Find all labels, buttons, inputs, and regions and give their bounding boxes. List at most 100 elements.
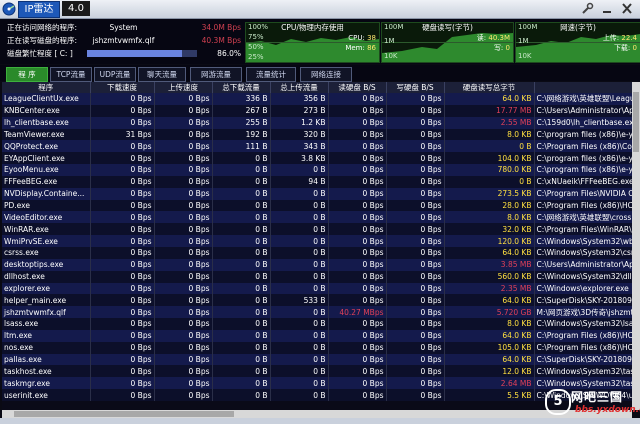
- cell-total-download: 0 B: [212, 246, 271, 259]
- vertical-scrollbar[interactable]: [632, 82, 640, 410]
- horizontal-scroll-thumb[interactable]: [14, 411, 234, 417]
- cell-upload-speed: 0 Bps: [154, 199, 213, 212]
- table-row[interactable]: userinit.exe 0 Bps 0 Bps 0 B0 B0 Bps 0 Bps 5.…: [2, 389, 632, 401]
- horizontal-scrollbar[interactable]: [2, 410, 632, 418]
- cell-disk-read: 40.27 MBps: [328, 306, 387, 319]
- table-row[interactable]: NVDisplay.Containe... 0 Bps 0 Bps 0 B0 B0 B…: [2, 187, 632, 200]
- table-row[interactable]: nos.exe 0 Bps 0 Bps 0 B0 B0 Bps 0 Bps 105.0 K…: [2, 341, 632, 354]
- table-header-row: 程序 下载速度 上传速度 总下载流量 总上传流量 读硬盘 B/S 写硬盘 B/S…: [2, 82, 632, 93]
- cell-disk-read: 0 Bps: [328, 116, 387, 129]
- wrench-settings-icon[interactable]: [580, 2, 594, 15]
- cell-total-download: 0 B: [212, 353, 271, 366]
- cell-disk-total-bytes: 12.0 KB: [444, 365, 535, 378]
- table-row[interactable]: lh_clientbase.exe 0 Bps 0 Bps 255 B 1.2 KB 0 …: [2, 116, 632, 129]
- col-header-upload-speed[interactable]: 上传速度: [154, 82, 213, 93]
- table-row[interactable]: desktoptips.exe 0 Bps 0 Bps 0 B0 B0 Bps 0 Bp…: [2, 258, 632, 271]
- cell-download-speed: 0 Bps: [90, 329, 155, 342]
- tab-chat-traffic[interactable]: 聊天流量: [138, 67, 186, 82]
- watermark-logo-icon: 5: [545, 389, 571, 415]
- cpu-tick-50: 50%: [248, 43, 264, 51]
- table-row[interactable]: QQProtect.exe 0 Bps 0 Bps 111 B 343 B0 Bps 0 …: [2, 140, 632, 153]
- cell-download-speed: 0 Bps: [90, 223, 155, 236]
- cell-disk-read: 0 Bps: [328, 140, 387, 153]
- watermark-name: 网吧三国: [571, 390, 624, 404]
- cell-total-download: 255 B: [212, 116, 271, 129]
- tab-tcp-traffic[interactable]: TCP流量: [50, 67, 92, 82]
- cell-disk-write: 0 Bps: [386, 329, 445, 342]
- minimize-button[interactable]: [600, 2, 614, 15]
- cell-download-speed: 0 Bps: [90, 294, 155, 307]
- cell-upload-speed: 0 Bps: [154, 187, 213, 200]
- col-header-program[interactable]: 程序: [2, 82, 91, 93]
- cell-program-path: C:\Windows\System32\dllho: [534, 270, 632, 283]
- cell-upload-speed: 0 Bps: [154, 377, 213, 390]
- table-row[interactable]: KNBCenter.exe 0 Bps 0 Bps 267 B 273 B0 Bps 0 …: [2, 104, 632, 117]
- cell-disk-write: 0 Bps: [386, 152, 445, 165]
- table-row[interactable]: dllhost.exe 0 Bps 0 Bps 0 B0 B0 Bps 0 Bps 560…: [2, 270, 632, 283]
- table-row[interactable]: PD.exe 0 Bps 0 Bps 0 B0 B0 Bps 0 Bps 28.0 KB C…: [2, 199, 632, 212]
- cell-program-name: TeamViewer.exe: [2, 128, 91, 141]
- network-program-rate: 34.0M Bps: [201, 23, 241, 32]
- cell-disk-write: 0 Bps: [386, 235, 445, 247]
- cell-disk-write: 0 Bps: [386, 258, 445, 271]
- tab-udp-traffic[interactable]: UDP流量: [94, 67, 136, 82]
- cell-disk-read: 0 Bps: [328, 282, 387, 295]
- col-header-total-download[interactable]: 总下载流量: [212, 82, 271, 93]
- cell-disk-write: 0 Bps: [386, 93, 445, 105]
- cell-program-name: helper_main.exe: [2, 294, 91, 307]
- table-row[interactable]: explorer.exe 0 Bps 0 Bps 0 B0 B0 Bps 0 Bps 2.…: [2, 282, 632, 295]
- cell-program-path: C:\Program Files (x86)\HC\h: [534, 199, 632, 212]
- cell-download-speed: 0 Bps: [90, 199, 155, 212]
- top-panel: 正在访问网络的程序: System 34.0M Bps 正在读写磁盘的程序: j…: [0, 19, 640, 64]
- cell-program-path: C:\Windows\System32\lsass: [534, 318, 632, 330]
- tab-network-connections[interactable]: 网络连接: [300, 67, 352, 82]
- table-row[interactable]: EyooMenu.exe 0 Bps 0 Bps 0 B0 B0 Bps 0 Bps 78…: [2, 164, 632, 176]
- cell-program-path: C:\SuperDisk\SKY-20180914: [534, 294, 632, 307]
- cell-program-path: C:\Program Files\WinRAR\Win: [534, 223, 632, 236]
- tab-traffic-stats[interactable]: 流量统计: [246, 67, 296, 82]
- col-header-total-upload[interactable]: 总上传流量: [270, 82, 329, 93]
- table-row[interactable]: WinRAR.exe 0 Bps 0 Bps 0 B0 B0 Bps 0 Bps 32.0…: [2, 223, 632, 236]
- cell-upload-speed: 0 Bps: [154, 294, 213, 307]
- close-button[interactable]: [620, 2, 634, 15]
- table-row[interactable]: LeagueClientUx.exe 0 Bps 0 Bps 336 B 356 B0 …: [2, 93, 632, 105]
- cell-upload-speed: 0 Bps: [154, 116, 213, 129]
- col-header-disk-write[interactable]: 写硬盘 B/S: [386, 82, 445, 93]
- table-row[interactable]: csrss.exe 0 Bps 0 Bps 0 B0 B0 Bps 0 Bps 64.0 …: [2, 246, 632, 259]
- cell-disk-total-bytes: 64.0 KB: [444, 353, 535, 366]
- cell-program-name: FFFeeBEG.exe: [2, 175, 91, 188]
- cell-program-name: nos.exe: [2, 341, 91, 354]
- table-row[interactable]: taskmgr.exe 0 Bps 0 Bps 0 B0 B0 Bps 0 Bps 2.6…: [2, 377, 632, 390]
- col-header-path[interactable]: [534, 82, 632, 93]
- col-header-disk-total-bytes[interactable]: 硬盘读写总字节: [444, 82, 535, 93]
- table-row[interactable]: jshzmtvwmfx.qlf 0 Bps 0 Bps 0 B0 B 40.27 MBp…: [2, 306, 632, 319]
- cell-total-download: 0 B: [212, 199, 271, 212]
- tab-programs[interactable]: 程 序: [6, 67, 48, 82]
- col-header-disk-read[interactable]: 读硬盘 B/S: [328, 82, 387, 93]
- col-header-download-speed[interactable]: 下载速度: [90, 82, 155, 93]
- cell-total-upload: 0 B: [270, 341, 329, 354]
- table-row[interactable]: lsass.exe 0 Bps 0 Bps 0 B0 B0 Bps 0 Bps 8.0 K…: [2, 318, 632, 330]
- table-row[interactable]: WmiPrvSE.exe 0 Bps 0 Bps 0 B0 B0 Bps 0 Bps 12…: [2, 235, 632, 247]
- tab-game-traffic[interactable]: 网游流量: [190, 67, 242, 82]
- vertical-scroll-thumb[interactable]: [633, 92, 639, 152]
- table-row[interactable]: TeamViewer.exe 31 Bps 0 Bps 192 B 320 B0 Bps…: [2, 128, 632, 141]
- cell-disk-read: 0 Bps: [328, 365, 387, 378]
- table-row[interactable]: pallas.exe 0 Bps 0 Bps 0 B0 B0 Bps 0 Bps 64.0…: [2, 353, 632, 366]
- cell-upload-speed: 0 Bps: [154, 306, 213, 319]
- cell-total-download: 0 B: [212, 389, 271, 401]
- table-row[interactable]: helper_main.exe 0 Bps 0 Bps 0 B 533 B0 Bps 0 …: [2, 294, 632, 307]
- table-row[interactable]: VideoEditor.exe 0 Bps 0 Bps 0 B0 B0 Bps 0 Bp…: [2, 211, 632, 224]
- table-row[interactable]: FFFeeBEG.exe 0 Bps 0 Bps 0 B 94 B0 Bps 0 Bps 0…: [2, 175, 632, 188]
- cell-total-upload: 0 B: [270, 365, 329, 378]
- cell-disk-total-bytes: 64.0 KB: [444, 329, 535, 342]
- cell-disk-total-bytes: 64.0 KB: [444, 93, 535, 105]
- disk-busy-row: 磁盘繁忙程度 [ C: ] 86.0%: [3, 48, 243, 59]
- table-row[interactable]: EYAppClient.exe 0 Bps 0 Bps 0 B 3.8 KB 0 Bps 0…: [2, 152, 632, 165]
- cell-program-path: C:\Program Files (x86)\HC\h: [534, 329, 632, 342]
- table-row[interactable]: ltm.exe 0 Bps 0 Bps 0 B0 B0 Bps 0 Bps 64.0 KB…: [2, 329, 632, 342]
- cell-program-name: taskhost.exe: [2, 365, 91, 378]
- cell-disk-read: 0 Bps: [328, 128, 387, 141]
- table-row[interactable]: taskhost.exe 0 Bps 0 Bps 0 B0 B0 Bps 0 Bps 12…: [2, 365, 632, 378]
- cell-program-name: lsass.exe: [2, 318, 91, 330]
